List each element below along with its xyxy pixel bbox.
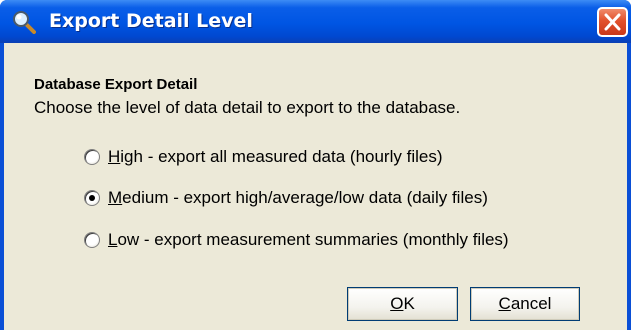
option-label-high: High - export all measured data (hourly … [108,147,443,166]
radio-option-medium[interactable]: Medium - export high/average/low data (d… [84,186,488,210]
radio-button-low[interactable] [84,232,100,248]
section-heading: Database Export Detail [34,76,198,93]
dialog-window: Export Detail Level Database Export Deta… [0,0,631,330]
section-description: Choose the level of data detail to expor… [34,98,461,117]
radio-button-high[interactable] [84,149,100,165]
radio-option-low[interactable]: Low - export measurement summaries (mont… [84,228,509,252]
radio-selected-dot [89,195,95,201]
option-label-low: Low - export measurement summaries (mont… [108,230,509,249]
title-bar[interactable]: Export Detail Level [0,0,631,43]
magnifier-icon [12,10,36,34]
close-icon [604,13,621,31]
ok-button[interactable]: OK [347,287,458,321]
radio-option-high[interactable]: High - export all measured data (hourly … [84,145,442,169]
window-title: Export Detail Level [49,10,253,32]
close-button[interactable] [597,7,628,37]
option-label-medium: Medium - export high/average/low data (d… [108,188,488,207]
cancel-button[interactable]: Cancel [470,287,580,321]
radio-button-medium[interactable] [84,190,100,206]
